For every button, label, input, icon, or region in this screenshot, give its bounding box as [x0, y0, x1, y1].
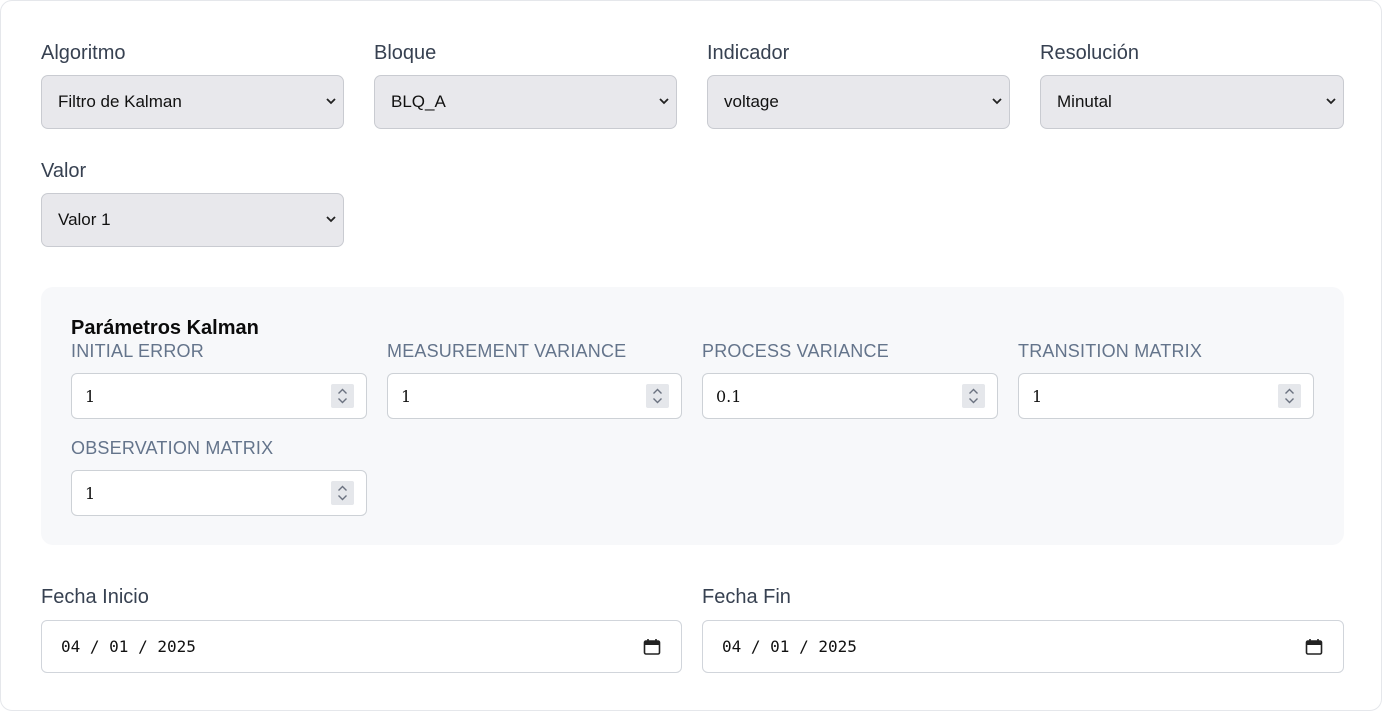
fecha-inicio-input[interactable]: 04 / 01 / 2025	[41, 620, 682, 673]
fecha-inicio-value: 04 / 01 / 2025	[61, 637, 196, 656]
spinner-arrows-icon[interactable]	[331, 384, 354, 408]
spinner-arrows-icon[interactable]	[1278, 384, 1301, 408]
indicador-label: Indicador	[707, 42, 790, 64]
fecha-fin-input[interactable]: 04 / 01 / 2025	[702, 620, 1344, 673]
observation-matrix-value: 1	[85, 483, 96, 503]
spinner-arrows-icon[interactable]	[646, 384, 669, 408]
fecha-fin-label: Fecha Fin	[702, 586, 791, 608]
calendar-icon[interactable]	[643, 638, 661, 656]
measurement-variance-input[interactable]: 1	[387, 373, 682, 419]
process-variance-input[interactable]: 0.1	[702, 373, 998, 419]
chevron-down-icon	[326, 98, 336, 105]
bloque-label: Bloque	[374, 42, 437, 64]
resolucion-value: Minutal	[1057, 92, 1112, 111]
transition-matrix-input[interactable]: 1	[1018, 373, 1314, 419]
fecha-fin-value: 04 / 01 / 2025	[722, 637, 857, 656]
chevron-down-icon	[1326, 98, 1336, 105]
filter-form: Algoritmo Filtro de Kalman Bloque BLQ_A …	[0, 0, 1382, 711]
resolucion-select[interactable]: Minutal	[1040, 75, 1344, 129]
observation-matrix-input[interactable]: 1	[71, 470, 367, 516]
kalman-title: Parámetros Kalman	[71, 317, 259, 339]
process-variance-label: PROCESS VARIANCE	[702, 341, 889, 361]
calendar-icon[interactable]	[1305, 638, 1323, 656]
bloque-value: BLQ_A	[391, 92, 446, 111]
algoritmo-label: Algoritmo	[41, 42, 126, 64]
transition-matrix-value: 1	[1032, 386, 1043, 406]
process-variance-value: 0.1	[716, 386, 742, 406]
indicador-select[interactable]: voltage	[707, 75, 1010, 129]
resolucion-label: Resolución	[1040, 42, 1139, 64]
chevron-down-icon	[992, 98, 1002, 105]
initial-error-input[interactable]: 1	[71, 373, 367, 419]
valor-label: Valor	[41, 160, 87, 182]
algoritmo-select[interactable]: Filtro de Kalman	[41, 75, 344, 129]
fecha-inicio-label: Fecha Inicio	[41, 586, 149, 608]
spinner-arrows-icon[interactable]	[962, 384, 985, 408]
algoritmo-value: Filtro de Kalman	[58, 92, 182, 111]
observation-matrix-label: OBSERVATION MATRIX	[71, 438, 274, 458]
initial-error-label: INITIAL ERROR	[71, 341, 204, 361]
chevron-down-icon	[659, 98, 669, 105]
measurement-variance-label: MEASUREMENT VARIANCE	[387, 341, 627, 361]
bloque-select[interactable]: BLQ_A	[374, 75, 677, 129]
indicador-value: voltage	[724, 92, 779, 111]
measurement-variance-value: 1	[401, 386, 412, 406]
spinner-arrows-icon[interactable]	[331, 481, 354, 505]
valor-select[interactable]: Valor 1	[41, 193, 344, 247]
valor-value: Valor 1	[58, 210, 111, 229]
initial-error-value: 1	[85, 386, 96, 406]
chevron-down-icon	[326, 216, 336, 223]
transition-matrix-label: TRANSITION MATRIX	[1018, 341, 1203, 361]
